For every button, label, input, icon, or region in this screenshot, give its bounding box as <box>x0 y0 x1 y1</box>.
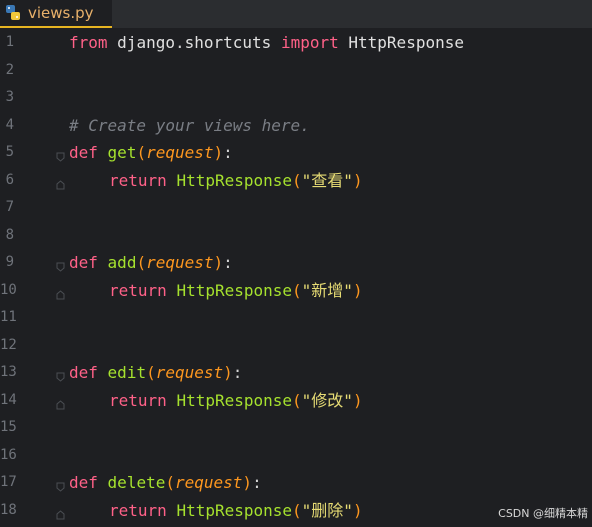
line-number: 14 <box>0 391 17 408</box>
code-line-comment: # Create your views here. <box>69 112 310 139</box>
tab-label: views.py <box>28 4 94 22</box>
code-line-def: def delete(request): <box>69 473 262 492</box>
line-number-gutter: 1 2 3 4 5 6 7 8 9 10 11 12 13 14 15 16 1… <box>0 29 65 527</box>
line-number: 13 <box>0 364 17 380</box>
line-number: 2 <box>5 61 14 78</box>
class-name: HttpResponse <box>348 33 464 52</box>
parameter: request <box>155 363 224 382</box>
function-name: delete <box>107 473 166 492</box>
line-number: 6 <box>5 171 14 188</box>
line-number: 15 <box>0 419 17 435</box>
code-line-def: def get(request): <box>69 143 233 162</box>
line-number: 5 <box>5 144 14 160</box>
line-number: 8 <box>5 226 14 243</box>
class-name: HttpResponse <box>176 500 293 520</box>
keyword: def <box>69 253 98 272</box>
editor-tab-bar: views.py <box>0 0 592 29</box>
line-number: 9 <box>5 254 14 270</box>
keyword: import <box>280 33 339 52</box>
tab-views-py[interactable]: views.py <box>0 0 112 28</box>
line-number: 3 <box>5 89 14 105</box>
code-line-return: return HttpResponse("删除") <box>109 500 363 520</box>
string-literal: "修改" <box>301 390 353 410</box>
line-number: 16 <box>0 446 17 463</box>
code-line-return: return HttpResponse("查看") <box>109 170 363 190</box>
line-number: 12 <box>0 336 17 353</box>
line-number: 18 <box>0 501 17 518</box>
keyword: def <box>69 143 98 162</box>
class-name: HttpResponse <box>176 280 293 300</box>
line-number: 10 <box>0 281 17 298</box>
python-file-icon <box>4 4 22 22</box>
keyword: return <box>109 170 167 190</box>
keyword: def <box>69 473 98 492</box>
code-line-return: return HttpResponse("修改") <box>109 390 363 410</box>
line-number: 11 <box>0 309 17 325</box>
code-line-def: def add(request): <box>69 253 233 272</box>
code-line-def: def edit(request): <box>69 363 243 382</box>
module-name: django <box>117 33 175 52</box>
dot: . <box>174 33 185 52</box>
comment: # Create your views here. <box>69 115 310 135</box>
class-name: HttpResponse <box>176 170 293 190</box>
function-name: add <box>107 253 137 272</box>
keyword: return <box>109 280 167 300</box>
parameter: request <box>146 253 214 272</box>
watermark: CSDN @细精本精 <box>498 507 588 520</box>
code-line-return: return HttpResponse("新增") <box>109 280 363 300</box>
code-area[interactable]: from django.shortcuts import HttpRespons… <box>52 29 592 527</box>
code-line-import: from django.shortcuts import HttpRespons… <box>69 29 464 56</box>
module-name: shortcuts <box>184 33 272 52</box>
keyword: return <box>109 390 167 410</box>
keyword: return <box>109 500 167 520</box>
keyword: def <box>69 363 98 382</box>
keyword: from <box>69 33 108 52</box>
line-number: 4 <box>5 116 14 133</box>
parameter: request <box>174 473 243 492</box>
string-literal: "新增" <box>301 280 353 300</box>
line-number: 7 <box>5 199 14 215</box>
line-number: 1 <box>5 34 14 50</box>
parameter: request <box>146 143 214 162</box>
class-name: HttpResponse <box>176 390 293 410</box>
code-editor[interactable]: 1 2 3 4 5 6 7 8 9 10 11 12 13 14 15 16 1… <box>0 29 592 527</box>
line-number: 17 <box>0 474 17 490</box>
function-name: edit <box>107 363 147 382</box>
string-literal: "查看" <box>301 170 353 190</box>
string-literal: "删除" <box>301 500 353 520</box>
function-name: get <box>107 143 137 162</box>
